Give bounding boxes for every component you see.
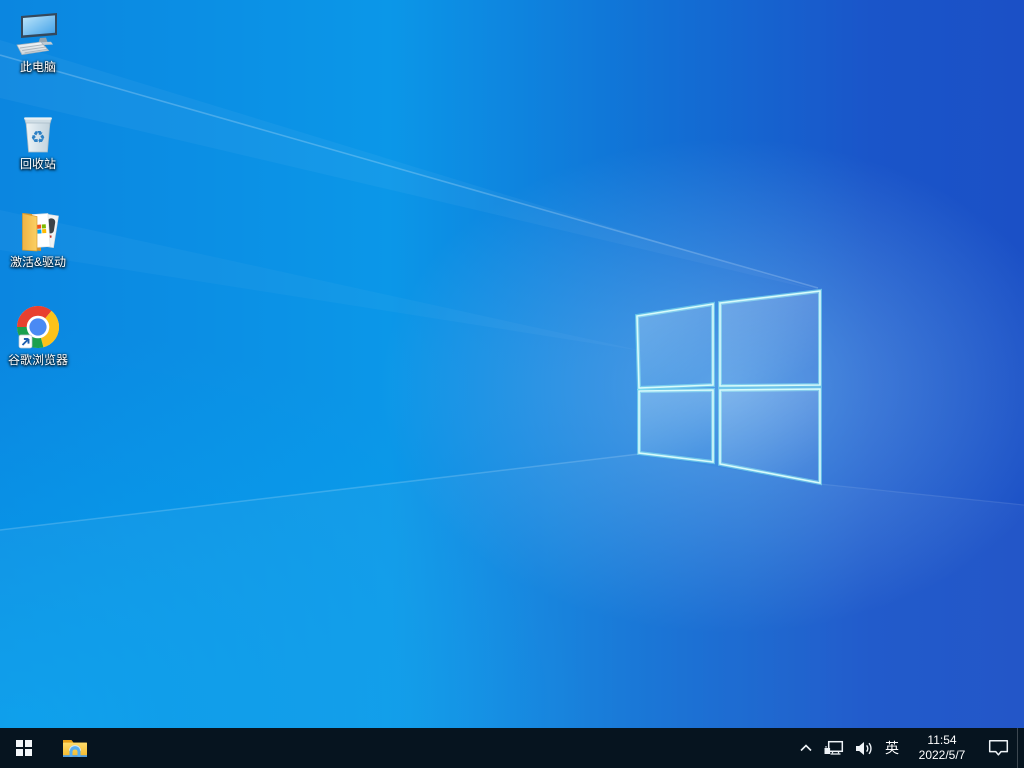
icon-label: 谷歌浏览器 [7, 353, 68, 367]
action-center-button[interactable] [979, 728, 1017, 768]
network-ethernet-icon [824, 740, 844, 755]
tray-volume-button[interactable] [849, 728, 879, 768]
speaker-volume-icon [855, 741, 872, 755]
clock-time: 11:54 [927, 733, 957, 747]
svg-text:♻: ♻ [30, 128, 45, 148]
action-center-icon [988, 739, 1008, 756]
desktop-icon-recycle-bin[interactable]: ♻ 回收站 [0, 107, 76, 171]
shortcut-arrow-overlay [18, 334, 33, 349]
show-desktop-button[interactable] [1017, 728, 1024, 768]
system-tray: 英 11:54 2022/5/7 [793, 728, 1024, 768]
ime-indicator: 英 [885, 740, 899, 756]
tray-ime-language-button[interactable]: 英 [879, 728, 905, 768]
desktop-icon-google-chrome[interactable]: 谷歌浏览器 [0, 303, 76, 367]
clock-date: 2022/5/7 [918, 748, 966, 762]
tray-clock-button[interactable]: 11:54 2022/5/7 [905, 728, 979, 768]
start-button[interactable] [0, 728, 48, 768]
google-chrome-icon [16, 305, 60, 349]
recycle-bin-icon: ♻ [23, 117, 53, 153]
icon-label: 回收站 [19, 157, 56, 171]
activation-drivers-folder-icon [22, 213, 59, 252]
desktop-icon-activation-drivers[interactable]: 激活&驱动 [0, 205, 76, 269]
wallpaper-windows-hero [0, 0, 1024, 728]
taskbar-empty-area[interactable] [98, 728, 793, 768]
file-explorer-icon [63, 740, 87, 757]
windows-start-icon [16, 740, 32, 756]
icon-label: 激活&驱动 [9, 255, 66, 269]
desktop-icon-this-pc[interactable]: 此电脑 [0, 10, 76, 74]
this-pc-icon [16, 13, 57, 55]
icon-label: 此电脑 [19, 60, 56, 74]
taskbar: 英 11:54 2022/5/7 [0, 728, 1024, 768]
file-explorer-button[interactable] [52, 728, 98, 768]
chevron-up-icon [800, 744, 812, 752]
desktop[interactable]: 此电脑 ♻ 回收站 激活&驱动 谷歌浏览器 [0, 0, 1024, 728]
tray-show-hidden-icons-button[interactable] [793, 728, 819, 768]
tray-network-button[interactable] [819, 728, 849, 768]
screen: 此电脑 ♻ 回收站 激活&驱动 谷歌浏览器 英 11:54 2022/5/7 [0, 0, 1024, 768]
